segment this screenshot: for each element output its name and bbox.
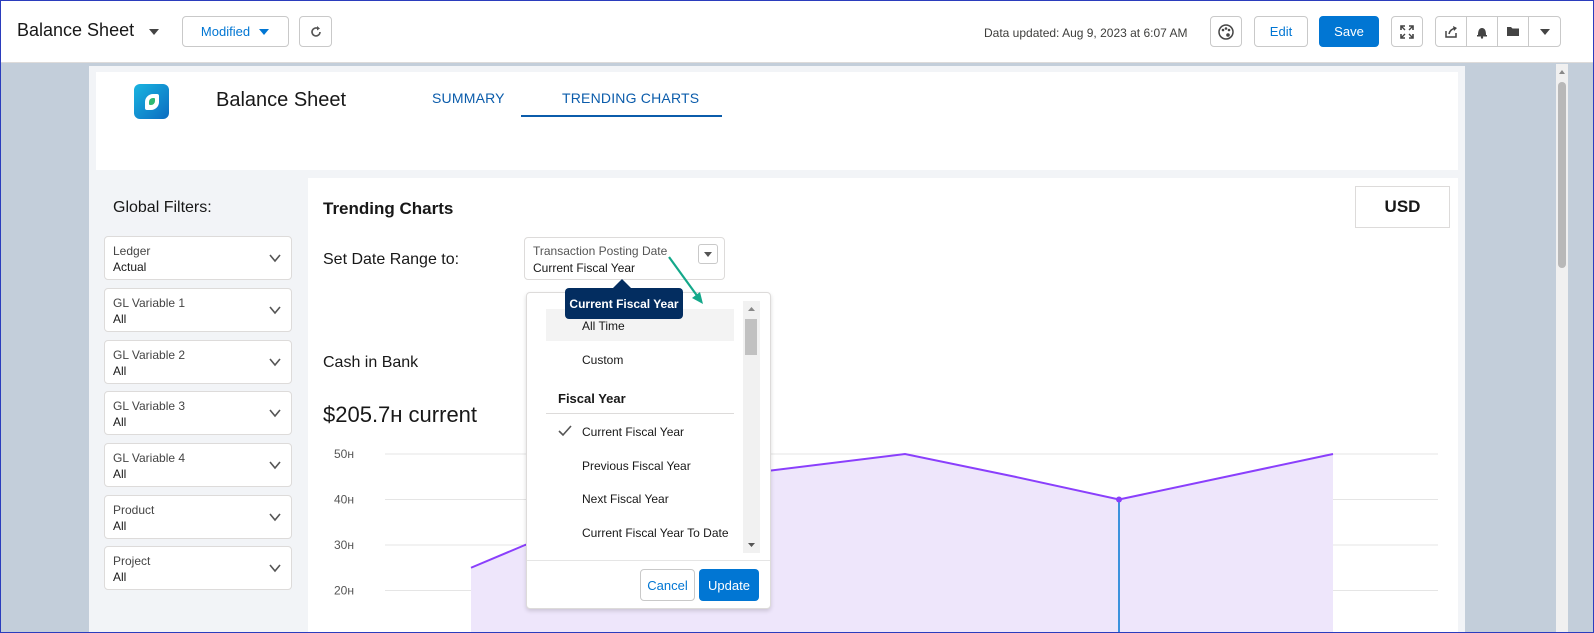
filter-value: All bbox=[113, 519, 127, 533]
data-point bbox=[1116, 496, 1122, 503]
edit-button[interactable]: Edit bbox=[1254, 16, 1308, 47]
trending-charts-title: Trending Charts bbox=[323, 199, 454, 218]
chevron-down-icon bbox=[269, 306, 281, 315]
y-tick-label: 50ʜ bbox=[334, 447, 354, 461]
filter-value: All bbox=[113, 364, 127, 378]
section-divider bbox=[546, 413, 734, 414]
filter-label: GL Variable 4 bbox=[113, 451, 186, 465]
chart-metric-value: $205.7ʜ current bbox=[323, 402, 478, 427]
top-toolbar: Balance Sheet Modified Data updated: Aug… bbox=[1, 1, 1593, 63]
option-custom[interactable]: Custom bbox=[546, 343, 734, 375]
filter-label: GL Variable 2 bbox=[113, 348, 186, 362]
refresh-icon bbox=[310, 25, 321, 37]
data-updated-timestamp: Data updated: Aug 9, 2023 at 6:07 AM bbox=[984, 26, 1188, 40]
filter-gl-variable-1[interactable]: GL Variable 1 All bbox=[104, 288, 292, 332]
sheet-title: Balance Sheet bbox=[216, 89, 347, 111]
annotation-arrow-icon bbox=[668, 256, 703, 304]
date-field-value: Current Fiscal Year bbox=[533, 261, 636, 275]
option-label: Current Fiscal Year bbox=[582, 425, 685, 439]
modified-dropdown-button[interactable]: Modified bbox=[182, 16, 289, 47]
chevron-down-icon bbox=[269, 254, 281, 263]
filter-label: Product bbox=[113, 503, 155, 517]
filter-gl-variable-2[interactable]: GL Variable 2 All bbox=[104, 340, 292, 384]
refresh-button[interactable] bbox=[299, 16, 332, 47]
option-current-fiscal-year[interactable]: Current Fiscal Year bbox=[546, 415, 734, 447]
date-field-label: Transaction Posting Date bbox=[533, 244, 668, 258]
date-range-dropdown: All Time Custom Fiscal Year Current Fisc… bbox=[526, 292, 771, 609]
chart-metric-label: Cash in Bank bbox=[323, 354, 419, 371]
app-logo-icon bbox=[134, 84, 169, 119]
fullscreen-button[interactable] bbox=[1391, 16, 1423, 47]
filter-label: Ledger bbox=[113, 244, 151, 258]
title-menu-chevron-icon[interactable] bbox=[147, 25, 161, 39]
filter-value: All bbox=[113, 415, 127, 429]
chevron-down-icon bbox=[269, 461, 281, 470]
chevron-down-icon bbox=[269, 564, 281, 573]
currency-badge: USD bbox=[1355, 186, 1450, 228]
option-label: Custom bbox=[582, 353, 624, 367]
filter-label: GL Variable 1 bbox=[113, 296, 186, 310]
chevron-down-icon bbox=[269, 409, 281, 418]
filter-gl-variable-4[interactable]: GL Variable 4 All bbox=[104, 443, 292, 487]
dropdown-footer-divider bbox=[527, 560, 770, 561]
header-card bbox=[96, 72, 1458, 170]
notifications-button[interactable] bbox=[1467, 17, 1498, 46]
page-scrollbar-thumb[interactable] bbox=[1558, 82, 1566, 268]
option-label: Next Fiscal Year bbox=[582, 492, 669, 506]
fiscal-year-section-header: Fiscal Year bbox=[558, 391, 626, 406]
filter-label: GL Variable 3 bbox=[113, 399, 186, 413]
filter-label: Project bbox=[113, 554, 151, 568]
cash-in-bank-chart: 50ʜ 40ʜ 30ʜ 20ʜ bbox=[334, 447, 1438, 633]
checkmark-icon bbox=[558, 425, 572, 437]
save-button[interactable]: Save bbox=[1319, 16, 1379, 47]
share-button[interactable] bbox=[1436, 17, 1467, 46]
filter-value: All bbox=[113, 467, 127, 481]
expand-icon bbox=[1400, 24, 1414, 39]
tab-summary[interactable]: SUMMARY bbox=[432, 90, 505, 106]
folder-icon bbox=[1506, 27, 1519, 36]
filter-ledger[interactable]: Ledger Actual bbox=[104, 236, 292, 280]
filter-value: All bbox=[113, 570, 127, 584]
date-range-label: Set Date Range to: bbox=[323, 251, 460, 268]
modified-label: Modified bbox=[200, 24, 251, 39]
filter-value: Actual bbox=[113, 260, 147, 274]
scroll-up-arrow-icon[interactable] bbox=[1558, 68, 1566, 76]
chevron-down-icon bbox=[1539, 28, 1550, 35]
option-label: All Time bbox=[582, 319, 625, 333]
scroll-down-arrow-icon[interactable] bbox=[743, 539, 760, 551]
palette-icon bbox=[1218, 23, 1234, 40]
filter-project[interactable]: Project All bbox=[104, 546, 292, 590]
tab-trending-charts[interactable]: TRENDING CHARTS bbox=[562, 90, 699, 106]
update-button[interactable]: Update bbox=[699, 569, 759, 601]
y-tick-label: 30ʜ bbox=[334, 538, 354, 552]
filter-product[interactable]: Product All bbox=[104, 495, 292, 539]
option-current-fiscal-year-to-date[interactable]: Current Fiscal Year To Date bbox=[546, 516, 734, 548]
dropdown-scrollbar-thumb[interactable] bbox=[745, 319, 757, 355]
active-tab-indicator bbox=[521, 115, 722, 117]
y-tick-label: 20ʜ bbox=[334, 584, 354, 598]
dashboard-title: Balance Sheet bbox=[17, 20, 135, 40]
y-tick-label: 40ʜ bbox=[334, 493, 354, 507]
bell-icon bbox=[1477, 27, 1487, 39]
option-label: Previous Fiscal Year bbox=[582, 459, 691, 473]
option-label: Current Fiscal Year To Date bbox=[582, 526, 729, 540]
cancel-button[interactable]: Cancel bbox=[640, 569, 695, 601]
date-range-options: All Time Custom Fiscal Year Current Fisc… bbox=[546, 301, 760, 553]
scroll-up-arrow-icon[interactable] bbox=[743, 303, 760, 315]
option-previous-fiscal-year[interactable]: Previous Fiscal Year bbox=[546, 449, 734, 481]
chevron-down-icon bbox=[269, 513, 281, 522]
filter-gl-variable-3[interactable]: GL Variable 3 All bbox=[104, 391, 292, 435]
option-next-fiscal-year[interactable]: Next Fiscal Year bbox=[546, 482, 734, 514]
filter-value: All bbox=[113, 312, 127, 326]
share-icon bbox=[1445, 25, 1457, 38]
save-to-folder-button[interactable] bbox=[1498, 17, 1529, 46]
more-actions-button[interactable] bbox=[1529, 17, 1560, 46]
chevron-down-icon bbox=[259, 28, 270, 35]
theme-button[interactable] bbox=[1210, 16, 1242, 47]
chevron-down-icon bbox=[269, 358, 281, 367]
action-button-group bbox=[1435, 16, 1561, 47]
global-filters-title: Global Filters: bbox=[113, 199, 212, 216]
